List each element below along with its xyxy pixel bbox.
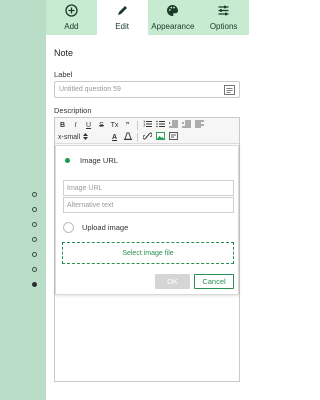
toolbar-divider	[137, 121, 138, 130]
font-size-value: x-small	[58, 134, 81, 141]
tab-edit-label: Edit	[115, 22, 130, 31]
image-icon[interactable]	[156, 131, 165, 144]
option-upload-label: Upload image	[82, 223, 129, 232]
blockquote-button[interactable]: ”	[123, 120, 132, 131]
embed-icon[interactable]	[169, 131, 178, 144]
outdent-icon[interactable]	[182, 120, 191, 132]
step-dot[interactable]	[32, 207, 37, 212]
library-icon[interactable]	[224, 85, 235, 95]
cancel-label: Cancel	[202, 277, 226, 286]
italic-button[interactable]: I	[71, 120, 80, 131]
toolbar-row-1: B I U S Tx ”	[58, 120, 236, 131]
option-upload-image[interactable]: Upload image	[63, 222, 128, 233]
step-dot[interactable]	[32, 252, 37, 257]
font-size-select[interactable]: x-small	[58, 133, 106, 142]
plus-circle-icon	[64, 3, 78, 17]
select-image-file-button[interactable]: Select image file	[62, 242, 234, 264]
insert-image-dialog: Image URL Image URL Alternative text Upl…	[55, 145, 239, 295]
bold-button[interactable]: B	[58, 120, 67, 131]
tab-appearance[interactable]: Appearance	[148, 0, 199, 35]
left-rail	[0, 0, 46, 400]
step-dot[interactable]	[32, 267, 37, 272]
tab-edit[interactable]: Edit	[96, 0, 148, 35]
tab-options[interactable]: Options	[198, 0, 249, 35]
bulleted-list-icon[interactable]	[156, 120, 165, 132]
tab-add[interactable]: Add	[46, 0, 97, 35]
sliders-icon	[217, 3, 231, 17]
indent-icon[interactable]	[169, 120, 178, 132]
step-dot[interactable]	[32, 237, 37, 242]
image-url-input[interactable]: Image URL	[63, 180, 234, 196]
step-dot-active[interactable]	[32, 282, 37, 287]
alt-text-placeholder: Alternative text	[67, 201, 114, 209]
clear-format-button[interactable]: Tx	[110, 120, 119, 131]
option-image-url-label: Image URL	[80, 156, 118, 165]
pencil-icon	[115, 3, 129, 17]
editor-toolbar: B I U S Tx ” x-small A	[55, 118, 239, 144]
label-field-label: Label	[54, 70, 73, 79]
text-color-button[interactable]: A	[110, 132, 119, 143]
alt-text-input[interactable]: Alternative text	[63, 197, 234, 213]
image-url-placeholder: Image URL	[67, 184, 103, 192]
ok-button[interactable]: OK	[155, 274, 190, 289]
tab-appearance-label: Appearance	[151, 22, 195, 31]
label-input[interactable]: Untitled question 59	[54, 81, 240, 98]
palette-icon	[166, 3, 180, 17]
step-dot[interactable]	[32, 222, 37, 227]
align-icon[interactable]	[195, 120, 204, 132]
select-file-label: Select image file	[122, 249, 174, 257]
toolbar-divider	[137, 133, 138, 142]
properties-panel: Add Edit Appearance Options Note Label U…	[46, 0, 249, 400]
rich-text-editor[interactable]: B I U S Tx ” x-small A Image URL Image U…	[54, 117, 240, 382]
radio-image-url[interactable]	[63, 156, 72, 165]
section-title: Note	[54, 48, 74, 58]
strikethrough-button[interactable]: S	[97, 120, 106, 131]
tab-bar: Add Edit Appearance Options	[46, 0, 249, 35]
description-label: Description	[54, 106, 92, 115]
option-image-url[interactable]: Image URL	[63, 156, 118, 165]
step-dot[interactable]	[32, 192, 37, 197]
highlight-icon[interactable]	[123, 132, 132, 144]
label-input-placeholder: Untitled question 59	[59, 86, 121, 93]
underline-button[interactable]: U	[84, 120, 93, 131]
link-icon[interactable]	[142, 132, 153, 144]
tab-add-label: Add	[64, 22, 79, 31]
cancel-button[interactable]: Cancel	[194, 274, 234, 289]
updown-arrow-icon	[83, 133, 89, 142]
toolbar-row-2: x-small A	[58, 131, 236, 144]
tab-options-label: Options	[209, 22, 238, 31]
step-indicator	[32, 192, 40, 297]
radio-upload-image[interactable]	[63, 222, 74, 233]
ok-label: OK	[167, 277, 178, 286]
numbered-list-icon[interactable]	[143, 120, 152, 132]
